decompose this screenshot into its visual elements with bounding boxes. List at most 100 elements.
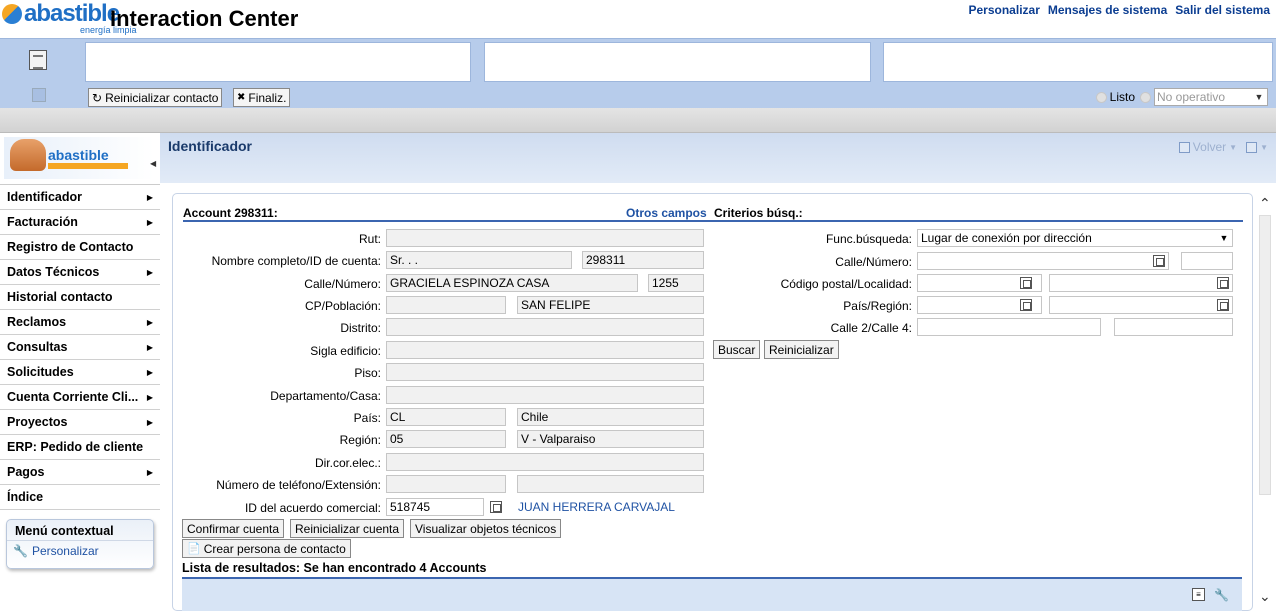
sidebar-brand: abastible — [48, 147, 109, 163]
system-messages-link[interactable]: Mensajes de sistema — [1048, 3, 1167, 17]
city-field[interactable]: SAN FELIPE — [517, 296, 704, 314]
family-image — [10, 139, 46, 171]
postal-code-field[interactable] — [386, 296, 506, 314]
results-title: Lista de resultados: Se han encontrado 4… — [182, 561, 487, 575]
search-city-field[interactable] — [1049, 274, 1233, 292]
create-contact-person-button[interactable]: 📄 Crear persona de contacto — [182, 539, 351, 558]
building-field[interactable] — [386, 341, 704, 359]
finalize-button[interactable]: ✖ Finaliz. — [233, 88, 291, 107]
search-postal-label: Código postal/Localidad: — [780, 277, 912, 291]
back-button[interactable]: Volver — [1193, 140, 1226, 154]
sidebar-item-solicitudes[interactable]: Solicitudes ▶ — [0, 360, 160, 385]
country-label: País: — [353, 411, 381, 425]
context-personalize-link[interactable]: 🔧 Personalizar — [7, 541, 153, 561]
other-fields-link[interactable]: Otros campos — [626, 206, 707, 220]
sidebar-item-cuenta-corriente[interactable]: Cuenta Corriente Cli... ▶ — [0, 385, 160, 410]
scroll-track[interactable] — [1259, 215, 1271, 495]
phone-extension-field[interactable] — [517, 475, 704, 493]
clipboard-icon[interactable] — [29, 50, 47, 70]
house-number-field[interactable]: 1255 — [648, 274, 704, 292]
status-select[interactable]: No operativo ▼ — [1154, 88, 1268, 106]
context-menu: Menú contextual 🔧 Personalizar — [6, 519, 154, 569]
forward-icon[interactable] — [1246, 141, 1258, 153]
phone-field[interactable] — [386, 475, 506, 493]
personalize-link[interactable]: Personalizar — [969, 3, 1040, 17]
chevron-down-icon: ▼ — [1219, 233, 1229, 243]
street-field[interactable]: GRACIELA ESPINOZA CASA — [386, 274, 638, 292]
wrench-icon[interactable]: 🔧 — [1214, 588, 1229, 602]
rut-field[interactable] — [386, 229, 704, 247]
scroll-up-icon[interactable]: ⌃ — [1259, 195, 1271, 212]
name-field[interactable]: Sr. . . — [386, 251, 572, 269]
confirm-account-button[interactable]: Confirmar cuenta — [182, 519, 285, 538]
finalize-icon: ✖ — [237, 92, 246, 103]
region-name-field[interactable]: V - Valparaiso — [517, 430, 704, 448]
region-code-field[interactable]: 05 — [386, 430, 506, 448]
reset-search-button[interactable]: Reinicializar — [764, 340, 839, 359]
search-number-field[interactable] — [1181, 252, 1233, 270]
sidebar-item-erp-pedido[interactable]: ERP: Pedido de cliente — [0, 435, 160, 460]
sidebar-item-historial-contacto[interactable]: Historial contacto — [0, 285, 160, 310]
reset-contact-button[interactable]: ↻ Reinicializar contacto — [88, 88, 223, 107]
sidebar: abastible ◀ Identificador ▶ Facturación ▶ … — [0, 133, 160, 611]
value-help-icon[interactable] — [490, 501, 502, 513]
district-label: Distrito: — [340, 321, 381, 335]
value-help-icon[interactable] — [1020, 299, 1032, 311]
value-help-icon[interactable] — [1020, 277, 1032, 289]
submenu-arrow-icon: ▶ — [146, 267, 153, 277]
value-help-icon[interactable] — [1217, 299, 1229, 311]
sidebar-logo: abastible ◀ — [0, 133, 160, 185]
app-title: Interaction Center — [110, 6, 299, 31]
search-street2-field[interactable] — [917, 318, 1101, 336]
value-help-icon[interactable] — [1217, 277, 1229, 289]
district-field[interactable] — [386, 318, 704, 336]
value-help-icon[interactable] — [1153, 255, 1165, 267]
sidebar-item-datos-tecnicos[interactable]: Datos Técnicos ▶ — [0, 260, 160, 285]
page-title: Identificador — [168, 138, 253, 154]
account-header: Account 298311: Otros campos Criterios b… — [183, 206, 1243, 222]
sidebar-nav: Identificador ▶ Facturación ▶ Registro de … — [0, 185, 160, 510]
sidebar-item-facturacion[interactable]: Facturación ▶ — [0, 210, 160, 235]
reset-account-button[interactable]: Reinicializar cuenta — [290, 519, 405, 538]
logout-link[interactable]: Salir del sistema — [1175, 3, 1270, 17]
sidebar-item-proyectos[interactable]: Proyectos ▶ — [0, 410, 160, 435]
submenu-arrow-icon: ▶ — [146, 417, 153, 427]
search-function-select[interactable]: Lugar de conexión por dirección ▼ — [917, 229, 1233, 247]
agreement-holder-link[interactable]: JUAN HERRERA CARVAJAL — [518, 500, 675, 514]
sidebar-item-consultas[interactable]: Consultas ▶ — [0, 335, 160, 360]
account-id-field[interactable]: 298311 — [582, 251, 704, 269]
sidebar-item-pagos[interactable]: Pagos ▶ — [0, 460, 160, 485]
search-street-label: Calle/Número: — [835, 255, 912, 269]
status-not-ready-radio[interactable] — [1140, 91, 1151, 103]
table-settings-icon[interactable]: ≡ — [1192, 588, 1205, 601]
apartment-field[interactable] — [386, 386, 704, 404]
submenu-arrow-icon: ▶ — [146, 392, 153, 402]
scroll-down-icon[interactable]: ⌄ — [1259, 588, 1271, 605]
status-ready-radio[interactable] — [1095, 91, 1107, 103]
search-street-field[interactable] — [917, 252, 1169, 270]
interaction-box-1 — [85, 42, 471, 82]
back-controls: Volver ▼ ▼ — [1178, 140, 1268, 154]
sidebar-item-indice[interactable]: Índice — [0, 485, 160, 510]
country-name-field[interactable]: Chile — [517, 408, 704, 426]
page-header: Identificador Volver ▼ ▼ — [160, 133, 1276, 183]
sidebar-item-reclamos[interactable]: Reclamos ▶ — [0, 310, 160, 335]
search-criteria-title: Criterios búsq.: — [714, 206, 803, 220]
account-title: Account 298311: — [183, 206, 278, 220]
search-button[interactable]: Buscar — [713, 340, 761, 359]
search-region-field[interactable] — [1049, 296, 1233, 314]
floor-field[interactable] — [386, 363, 704, 381]
vertical-scrollbar[interactable]: ⌃ ⌄ — [1254, 193, 1276, 611]
agreement-id-field[interactable]: 518745 — [386, 498, 484, 516]
email-field[interactable] — [386, 453, 704, 471]
back-icon — [1178, 141, 1190, 153]
collapse-sidebar-icon[interactable]: ◀ — [150, 159, 156, 168]
view-technical-objects-button[interactable]: Visualizar objetos técnicos — [410, 519, 562, 538]
sidebar-item-registro-contacto[interactable]: Registro de Contacto — [0, 235, 160, 260]
sidebar-item-identificador[interactable]: Identificador ▶ — [0, 185, 160, 210]
interaction-box-2 — [484, 42, 871, 82]
search-street4-field[interactable] — [1114, 318, 1233, 336]
chevron-down-icon: ▼ — [1254, 92, 1264, 102]
country-code-field[interactable]: CL — [386, 408, 506, 426]
submenu-arrow-icon: ▶ — [146, 467, 153, 477]
